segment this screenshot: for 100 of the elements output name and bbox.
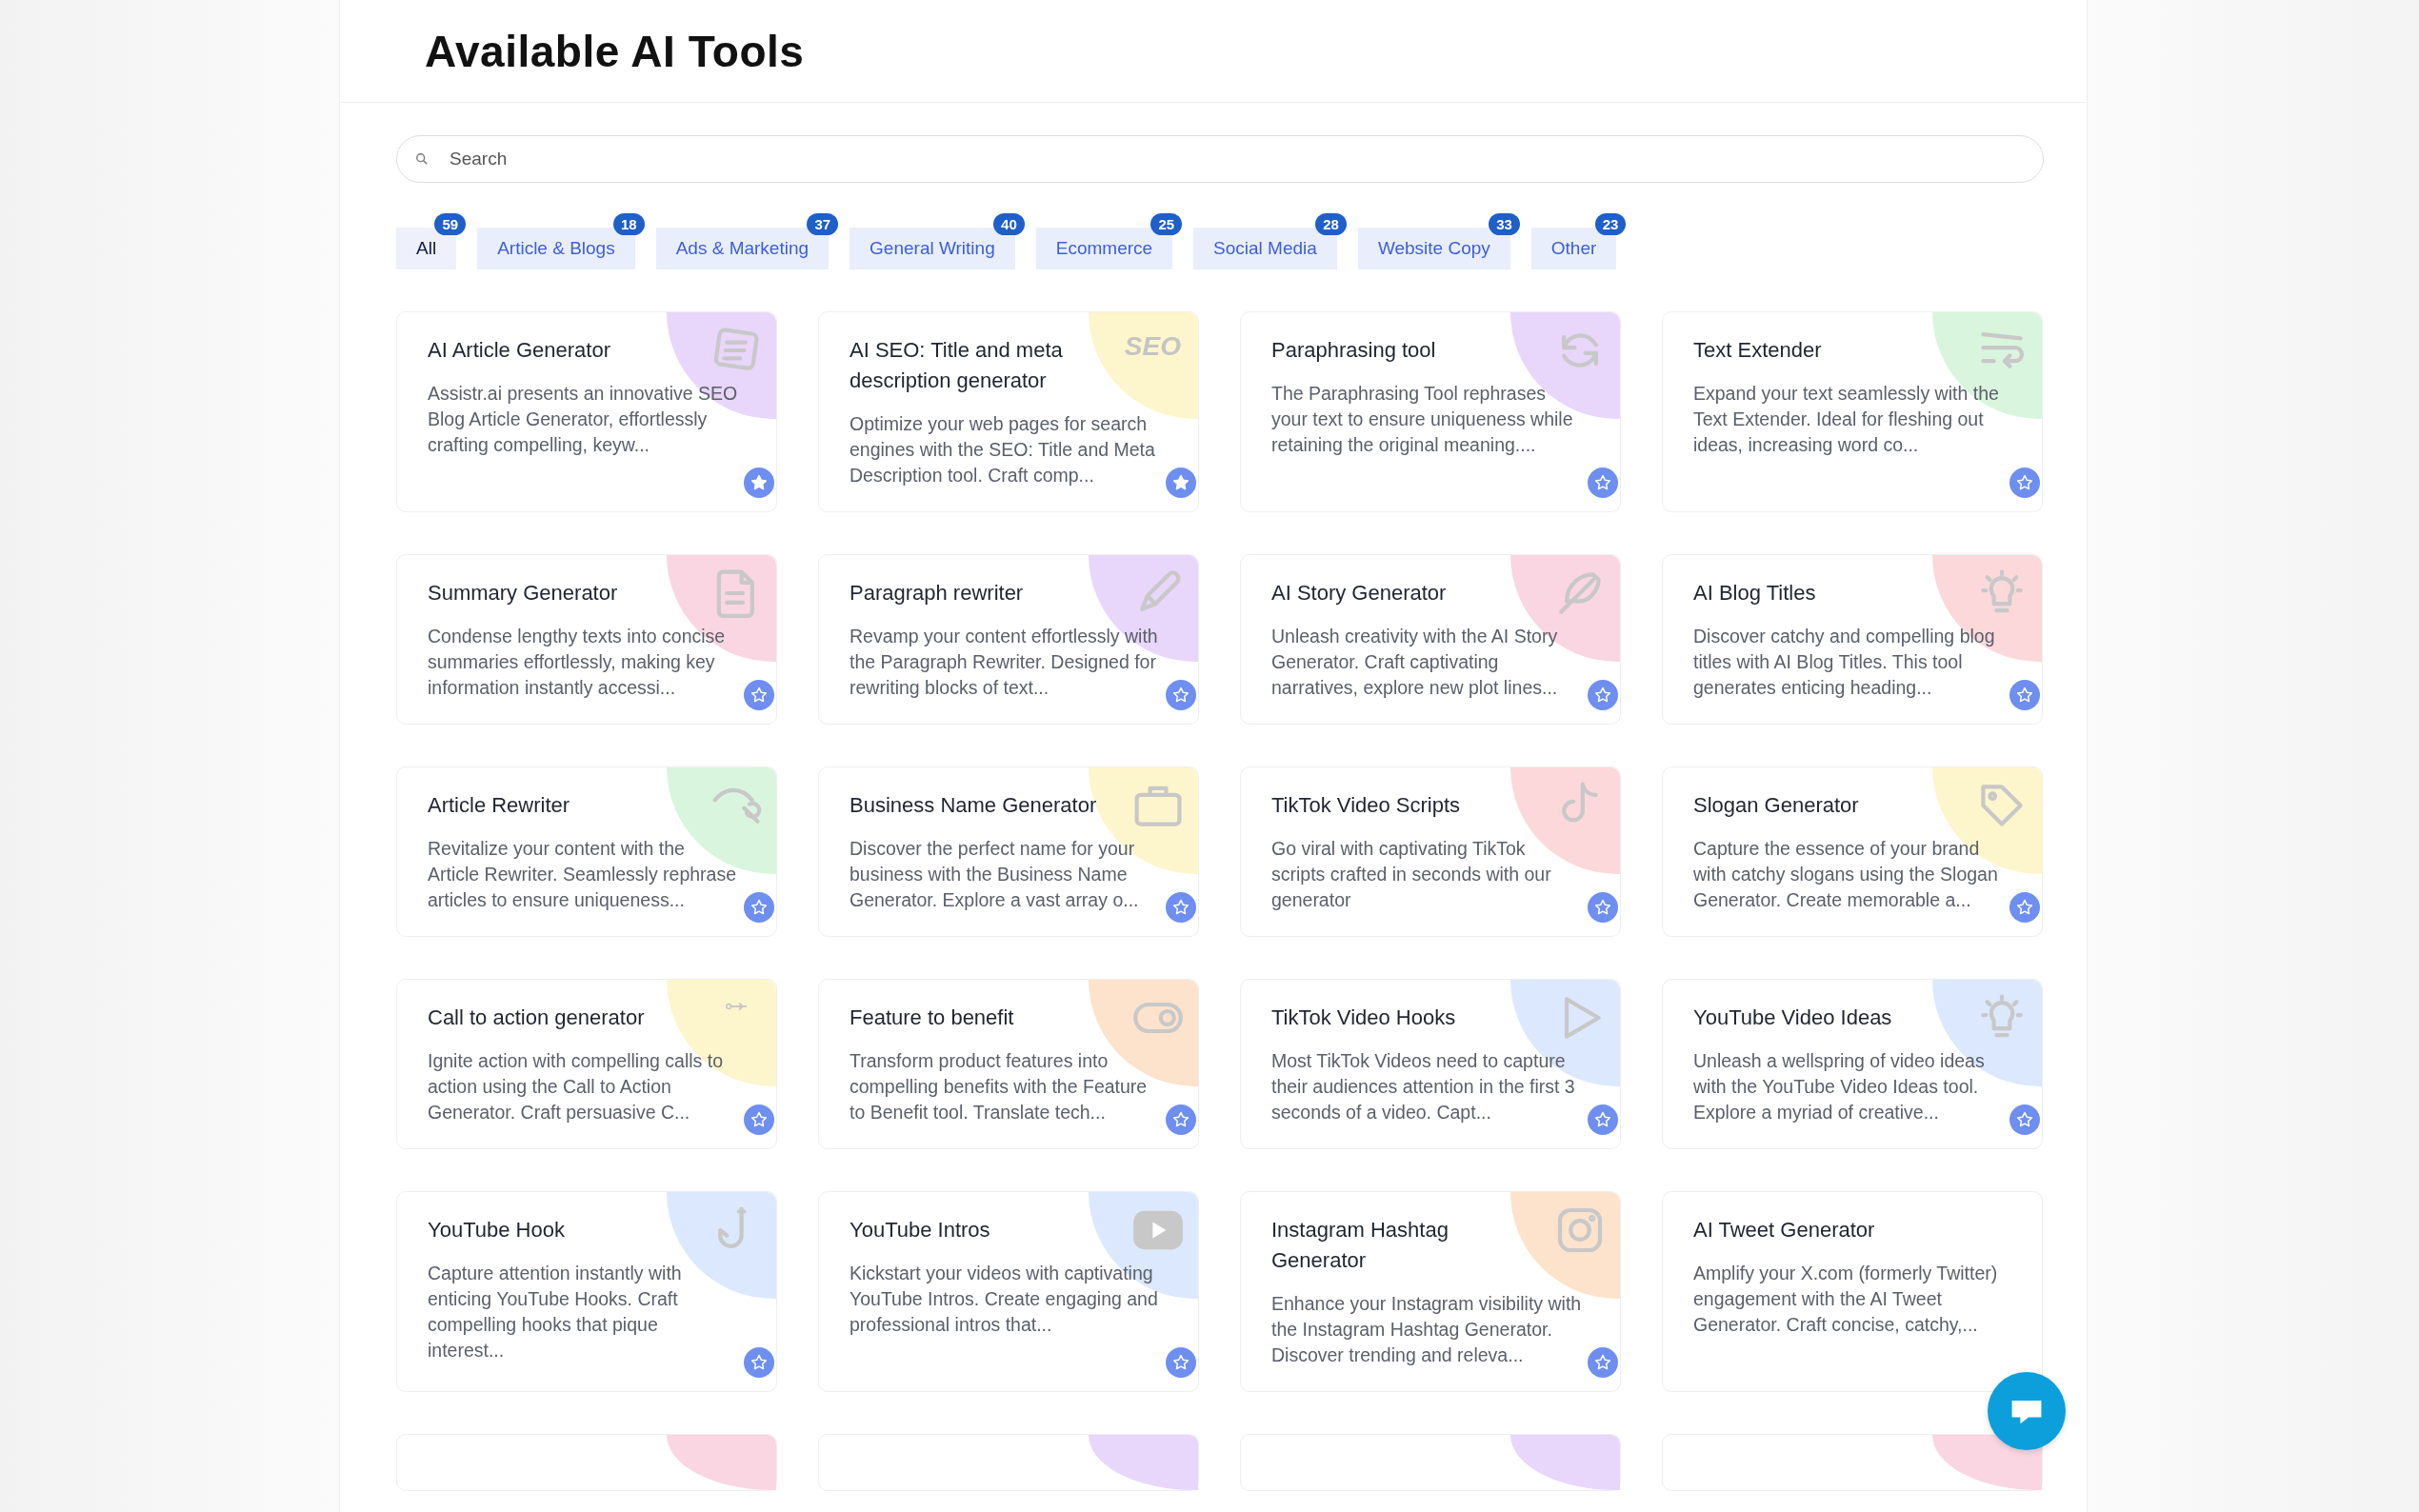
favorite-button[interactable] — [1166, 1347, 1196, 1378]
tool-card[interactable]: YouTube Hook Capture attention instantly with enticing YouTube Hooks. Craft compelling hooks that pique interest... — [396, 1191, 777, 1392]
favorite-button[interactable] — [1166, 468, 1196, 498]
card-title: Text Extender — [1693, 337, 1823, 364]
card-description: Discover catchy and compelling blog titles with AI Blog Titles. This tool generates enticing heading... — [1693, 625, 1996, 700]
tool-card[interactable]: Instagram Hashtag Generator Enhance your Instagram visibility with the Instagram Hashtag Generator. Discover trending and releva... — [1240, 1191, 1621, 1392]
star-icon — [2015, 686, 2034, 705]
star-icon — [2015, 473, 2034, 492]
card-title: Summary Generator — [428, 580, 619, 607]
favorite-button[interactable] — [1588, 1104, 1618, 1135]
card-title: YouTube Hook — [428, 1217, 566, 1243]
favorite-button[interactable] — [1166, 680, 1196, 710]
card-description: Revitalize your content with the Article Rewriter. Seamlessly rephrase articles to ensure uniqueness... — [428, 837, 738, 912]
favorite-button[interactable] — [2009, 680, 2040, 710]
card-description: Expand your text seamlessly with the Text Extender. Ideal for fleshing out ideas, increasing word co... — [1693, 382, 2000, 457]
card-title: AI Article Generator — [428, 337, 611, 364]
tool-card[interactable]: AI Blog Titles Discover catchy and compelling blog titles with AI Blog Titles. This tool generates enticing heading... — [1662, 554, 2043, 725]
star-icon — [1171, 898, 1190, 917]
star-icon — [1593, 1110, 1612, 1129]
search-field[interactable]: Search — [396, 135, 2044, 183]
card-description: Ignite action with compelling calls to action using the Call to Action Generator. Craft persuasive C... — [428, 1049, 724, 1124]
tool-card[interactable]: AI Tweet Generator Amplify your X.com (formerly Twitter) engagement with the AI Tweet Generator. Craft concise, catchy,... — [1662, 1191, 2043, 1392]
favorite-button[interactable] — [2009, 468, 2040, 498]
tool-card[interactable] — [1662, 1434, 2043, 1491]
star-icon — [750, 898, 769, 917]
favorite-button[interactable] — [744, 680, 774, 710]
card-title: TikTok Video Scripts — [1271, 792, 1462, 819]
tool-card[interactable]: Feature to benefit Transform product features into compelling benefits with the Feature to Benefit tool. Translate tech... — [818, 979, 1199, 1149]
star-icon — [2015, 898, 2034, 917]
card-title: Instagram Hashtag Generator — [1271, 1217, 1449, 1274]
star-icon — [750, 686, 769, 705]
tool-card[interactable]: Call to action generator Ignite action with compelling calls to action using the Call to Action Generator. Craft persuasive C... — [396, 979, 777, 1149]
card-description: Unleash creativity with the AI Story Generator. Craft captivating narratives, explore new plot lines... — [1271, 625, 1559, 700]
tool-card[interactable]: TikTok Video Scripts Go viral with captivating TikTok scripts crafted in seconds with our generator — [1240, 766, 1621, 937]
favorite-button[interactable] — [1588, 1347, 1618, 1378]
favorite-button[interactable] — [1166, 892, 1196, 923]
card-description: Most TikTok Videos need to capture their audiences attention in the first 3 seconds of a video. Capt... — [1271, 1049, 1576, 1124]
favorite-button[interactable] — [744, 1347, 774, 1378]
tool-card[interactable]: YouTube Intros Kickstart your videos with captivating YouTube Intros. Create engaging and professional intros that... — [818, 1191, 1199, 1392]
star-icon — [1593, 898, 1612, 917]
favorite-button[interactable] — [1588, 468, 1618, 498]
tool-card[interactable]: Article Rewriter Revitalize your content with the Article Rewriter. Seamlessly rephrase articles to ensure uniqueness... — [396, 766, 777, 937]
favorite-button[interactable] — [2009, 1104, 2040, 1135]
card-title: AI Tweet Generator — [1693, 1217, 1876, 1243]
favorite-button[interactable] — [1588, 680, 1618, 710]
card-title: Slogan Generator — [1693, 792, 1860, 819]
card-title: Paraphrasing tool — [1271, 337, 1437, 364]
card-description: Enhance your Instagram visibility with the Instagram Hashtag Generator. Discover trending and releva... — [1271, 1292, 1582, 1367]
card-description: Capture the essence of your brand with catchy slogans using the Slogan Generator. Create memorable a... — [1693, 837, 1999, 912]
tool-card[interactable]: Business Name Generator Discover the perfect name for your business with the Business Name Generator. Explore a vast array o... — [818, 766, 1199, 937]
count-badge: 59 — [434, 213, 467, 235]
star-icon — [1171, 686, 1190, 705]
card-description: Condense lengthy texts into concise summaries effortlessly, making key information instantly accessi... — [428, 625, 727, 700]
tool-card[interactable]: Text Extender Expand your text seamlessly with the Text Extender. Ideal for fleshing out ideas, increasing word co... — [1662, 311, 2043, 512]
count-badge: 37 — [807, 213, 839, 235]
favorite-button[interactable] — [744, 892, 774, 923]
count-badge: 28 — [1315, 213, 1347, 235]
star-icon — [2015, 1110, 2034, 1129]
card-title: AI Blog Titles — [1693, 580, 1817, 607]
tool-card[interactable]: Summary Generator Condense lengthy texts into concise summaries effortlessly, making key information instantly accessi... — [396, 554, 777, 725]
star-icon — [1593, 1353, 1612, 1372]
seo-icon: SEO — [1124, 331, 1181, 362]
star-icon — [750, 473, 769, 492]
count-badge: 40 — [993, 213, 1025, 235]
card-description: Unleash a wellspring of video ideas with the YouTube Video Ideas tool. Explore a myriad of creative... — [1693, 1049, 1986, 1124]
card-title: Paragraph rewriter — [850, 580, 1025, 607]
star-icon — [750, 1110, 769, 1129]
star-icon — [750, 1353, 769, 1372]
star-icon — [1593, 473, 1612, 492]
favorite-button[interactable] — [744, 1104, 774, 1135]
chat-button[interactable] — [1988, 1372, 2066, 1450]
search-icon — [415, 152, 429, 166]
favorite-button[interactable] — [1166, 1104, 1196, 1135]
card-title: TikTok Video Hooks — [1271, 1005, 1457, 1031]
card-description: Assistr.ai presents an innovative SEO Blog Article Generator, effortlessly crafting compelling, keyw... — [428, 382, 738, 457]
star-icon — [1171, 1353, 1190, 1372]
count-badge: 25 — [1150, 213, 1183, 235]
card-description: Revamp your content effortlessly with the Paragraph Rewriter. Designed for rewriting blocks of text... — [850, 625, 1159, 700]
favorite-button[interactable] — [1588, 892, 1618, 923]
card-description: Optimize your web pages for search engines with the SEO: Title and Meta Description tool. Craft comp... — [850, 412, 1156, 487]
tool-card[interactable]: AI Story Generator Unleash creativity with the AI Story Generator. Craft captivating narratives, explore new plot lines... — [1240, 554, 1621, 725]
card-description: Discover the perfect name for your business with the Business Name Generator. Explore a vast array o... — [850, 837, 1140, 912]
star-icon — [1171, 1110, 1190, 1129]
favorite-button[interactable] — [744, 468, 774, 498]
tool-card[interactable]: TikTok Video Hooks Most TikTok Videos need to capture their audiences attention in the first 3 seconds of a video. Capt... — [1240, 979, 1621, 1149]
tool-card[interactable]: Paraphrasing tool The Paraphrasing Tool rephrases your text to ensure uniqueness while retaining the original meaning.... — [1240, 311, 1621, 512]
tool-card[interactable]: Slogan Generator Capture the essence of your brand with catchy slogans using the Slogan Generator. Create memorable a... — [1662, 766, 2043, 937]
card-title: AI SEO: Title and meta description generator — [850, 337, 1064, 394]
tool-card[interactable]: AI SEO: Title and meta description generator SEO Optimize your web pages for search engines with the SEO: Title and Meta Description tool. Craft comp... — [818, 311, 1199, 512]
count-badge: 18 — [613, 213, 645, 235]
card-title: YouTube Intros — [850, 1217, 991, 1243]
tool-card[interactable]: YouTube Video Ideas Unleash a wellspring of video ideas with the YouTube Video Ideas tool. Explore a myriad of creative... — [1662, 979, 2043, 1149]
card-title: Feature to benefit — [850, 1005, 1015, 1031]
tool-card[interactable]: AI Article Generator Assistr.ai presents an innovative SEO Blog Article Generator, effortlessly crafting compelling, keyw... — [396, 311, 777, 512]
card-title: Call to action generator — [428, 1005, 646, 1031]
page-title: Available AI Tools — [425, 25, 805, 77]
favorite-button[interactable] — [2009, 892, 2040, 923]
card-description: Amplify your X.com (formerly Twitter) engagement with the AI Tweet Generator. Craft concise, catchy,... — [1693, 1262, 1999, 1337]
tool-card[interactable]: Paragraph rewriter Revamp your content effortlessly with the Paragraph Rewriter. Designed for rewriting blocks of text... — [818, 554, 1199, 725]
card-description: Capture attention instantly with enticing YouTube Hooks. Craft compelling hooks that pique interest... — [428, 1262, 683, 1363]
